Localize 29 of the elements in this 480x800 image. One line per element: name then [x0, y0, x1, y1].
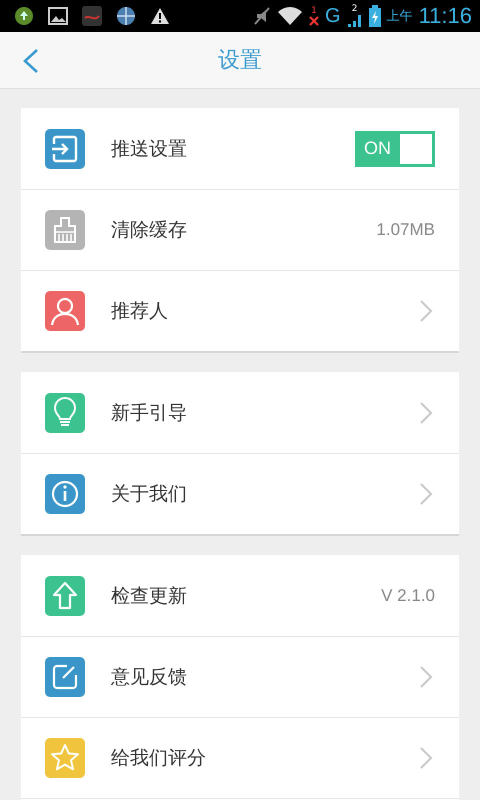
setting-label[interactable]: 给我们评分 — [111, 745, 419, 771]
setting-label[interactable]: 推荐人 — [111, 298, 419, 324]
setting-value: V 2.1.0 — [381, 586, 435, 606]
battery-icon — [368, 5, 381, 27]
chevron-icon — [419, 746, 433, 770]
setting-value: 1.07MB — [376, 220, 435, 240]
sim-number: 2 — [352, 4, 358, 14]
no-signal-icon — [309, 16, 320, 26]
page-title: 设置 — [218, 47, 262, 75]
globe-icon — [116, 6, 136, 26]
mute-icon — [253, 6, 272, 26]
setting-label[interactable]: 新手引导 — [111, 400, 419, 426]
time-period: 上午 — [386, 8, 413, 25]
warning-icon — [150, 7, 170, 25]
chevron-icon — [419, 299, 433, 323]
sim-number: 1 — [311, 6, 317, 16]
clock: 11:16 — [418, 3, 472, 29]
setting-label[interactable]: 清除缓存 — [111, 217, 376, 243]
image-icon — [48, 7, 68, 25]
chevron-icon — [419, 665, 433, 689]
signal-icon — [346, 14, 363, 28]
chevron-icon — [419, 482, 433, 506]
setting-label[interactable]: 推送设置 — [111, 136, 355, 162]
network-type: G — [325, 4, 341, 28]
setting-label[interactable]: 检查更新 — [111, 582, 382, 608]
wifi-icon — [277, 6, 304, 26]
setting-label[interactable]: 意见反馈 — [111, 664, 419, 690]
setting-label[interactable]: 关于我们 — [111, 481, 419, 507]
chevron-icon — [419, 400, 433, 424]
